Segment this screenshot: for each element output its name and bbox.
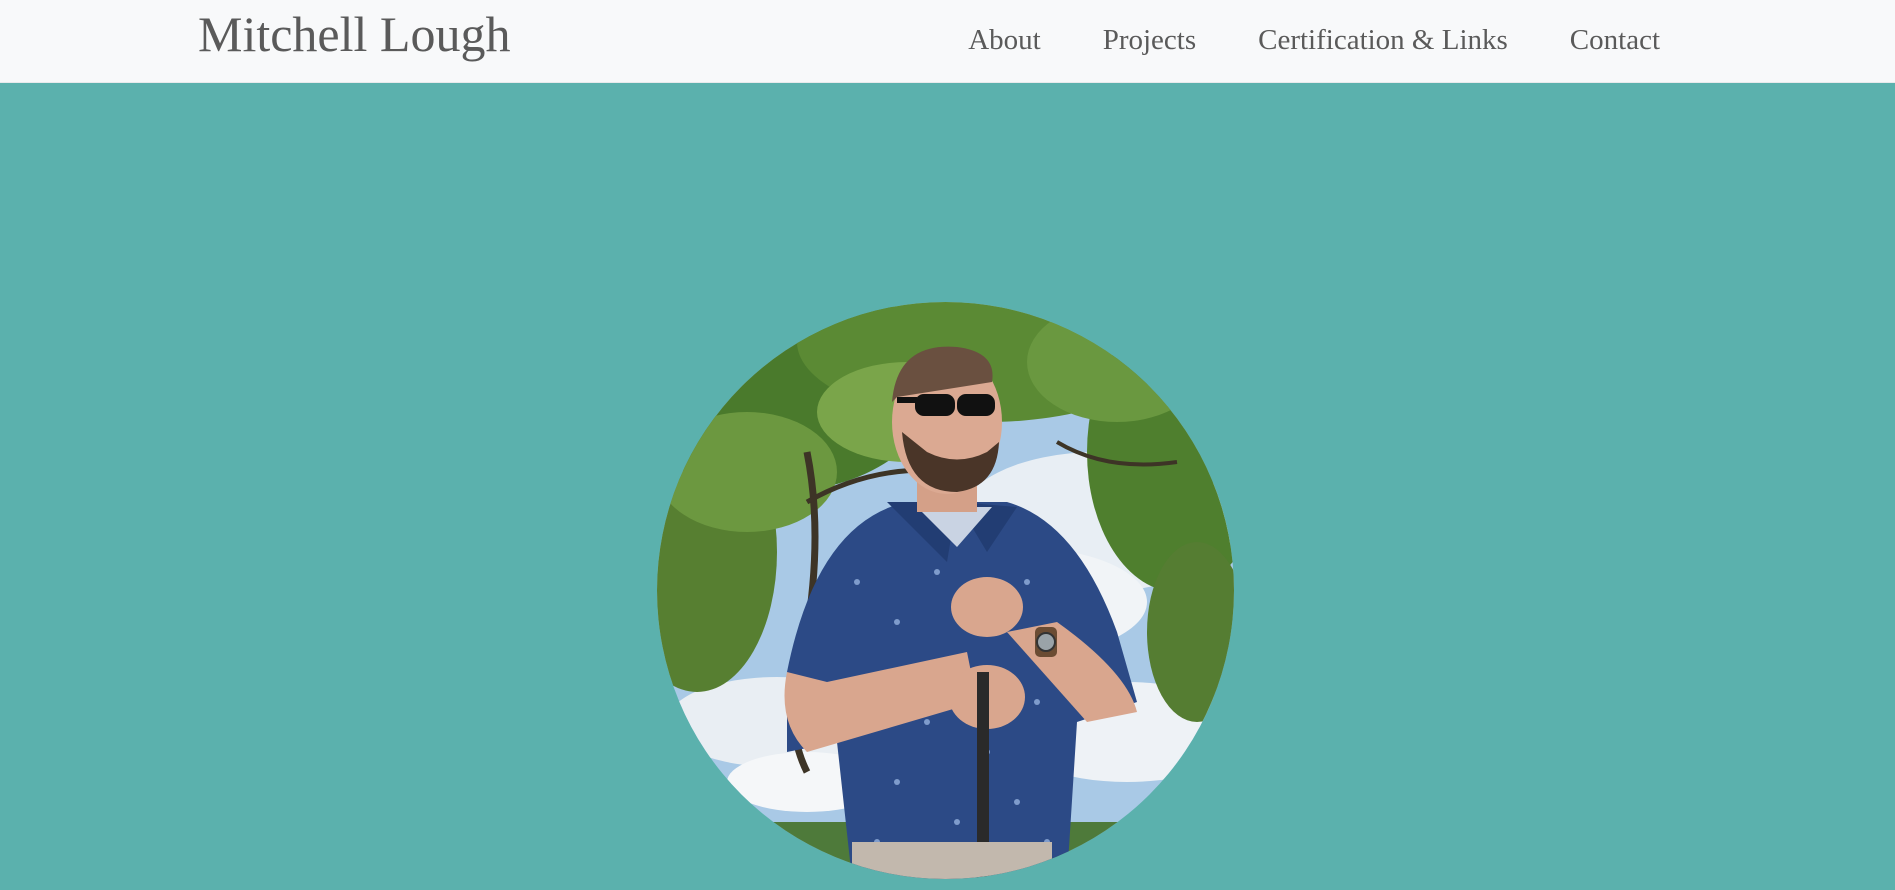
nav-menu: About Projects Certification & Links Con… bbox=[968, 20, 1660, 60]
nav-link-contact[interactable]: Contact bbox=[1570, 20, 1660, 60]
hero-section bbox=[0, 83, 1895, 890]
profile-photo-illustration bbox=[657, 302, 1234, 879]
nav-link-projects[interactable]: Projects bbox=[1103, 20, 1196, 60]
navbar: Mitchell Lough About Projects Certificat… bbox=[0, 0, 1895, 83]
brand-logo-link[interactable]: Mitchell Lough bbox=[198, 4, 510, 64]
nav-link-about[interactable]: About bbox=[968, 20, 1041, 60]
nav-link-certification-links[interactable]: Certification & Links bbox=[1258, 20, 1508, 60]
profile-photo bbox=[657, 302, 1234, 879]
